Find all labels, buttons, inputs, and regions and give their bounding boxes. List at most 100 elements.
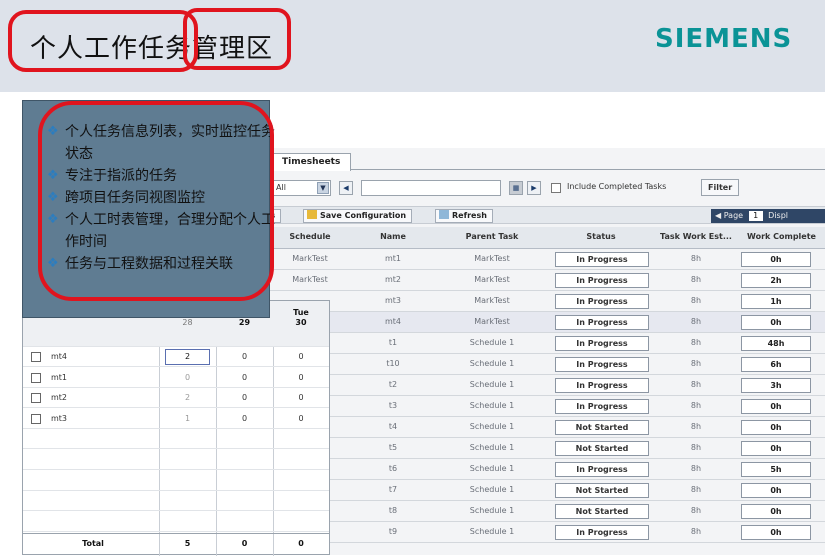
chevron-down-icon[interactable]: ▼ xyxy=(317,182,329,194)
status-dropdown[interactable]: In Progress xyxy=(555,336,649,351)
work-estimate-cell: 8h xyxy=(690,464,702,473)
hours-cell-30[interactable]: 0 xyxy=(273,347,329,367)
col-header-task-work-est[interactable]: Task Work Est... xyxy=(655,227,737,248)
hours-cell-30[interactable]: 0 xyxy=(273,368,329,388)
total-29: 0 xyxy=(241,539,248,548)
row-checkbox[interactable] xyxy=(31,413,41,424)
parent-task-cell: Schedule 1 xyxy=(469,464,515,473)
search-input[interactable] xyxy=(361,180,501,196)
work-estimate-cell: 8h xyxy=(690,275,702,284)
parent-task-cell: Schedule 1 xyxy=(469,359,515,368)
name-cell: mt2 xyxy=(384,275,402,284)
refresh-icon xyxy=(439,210,449,219)
status-dropdown[interactable]: Not Started xyxy=(555,504,649,519)
status-dropdown[interactable]: In Progress xyxy=(555,357,649,372)
work-complete-input[interactable]: 6h xyxy=(741,357,811,372)
status-dropdown[interactable]: In Progress xyxy=(555,399,649,414)
timesheet-row[interactable]: mt1 0 0 0 xyxy=(23,368,329,388)
save-configuration-button[interactable]: Save Configuration xyxy=(303,209,413,223)
page-input[interactable]: 1 xyxy=(748,211,763,221)
row-checkbox[interactable] xyxy=(31,372,41,383)
prev-page-icon[interactable]: ◀ xyxy=(715,211,721,220)
status-dropdown[interactable]: In Progress xyxy=(555,378,649,393)
parent-task-cell: MarkTest xyxy=(474,317,510,326)
filter-button[interactable]: Filter xyxy=(701,179,740,196)
prev-arrow-icon[interactable]: ◀ xyxy=(339,181,353,195)
hours-cell-28[interactable]: 2 xyxy=(165,349,210,365)
filter-bar: All ▼ ◀ ▦ ▶ Include Completed Tasks Filt… xyxy=(191,176,825,200)
work-estimate-cell: 8h xyxy=(690,359,702,368)
col-header-schedule[interactable]: Schedule xyxy=(271,227,349,248)
refresh-label: Refresh xyxy=(452,211,487,220)
task-filter-select[interactable]: All ▼ xyxy=(271,180,331,196)
parent-task-cell: Schedule 1 xyxy=(469,338,515,347)
hours-cell-30[interactable]: 0 xyxy=(273,388,329,408)
timesheet-row xyxy=(23,471,329,491)
status-dropdown[interactable]: In Progress xyxy=(555,294,649,309)
col-header-parent-task[interactable]: Parent Task xyxy=(437,227,547,248)
work-estimate-cell: 8h xyxy=(690,317,702,326)
task-name: mt2 xyxy=(51,393,68,403)
timesheet-row xyxy=(23,491,329,512)
hours-cell-29[interactable]: 0 xyxy=(216,347,273,367)
row-checkbox[interactable] xyxy=(31,352,41,362)
task-name: mt4 xyxy=(51,352,68,361)
hours-cell-29[interactable]: 0 xyxy=(216,409,273,429)
parent-task-cell: Schedule 1 xyxy=(469,527,515,536)
work-complete-input[interactable]: 3h xyxy=(741,378,811,393)
include-completed-checkbox[interactable] xyxy=(551,183,561,193)
work-complete-input[interactable]: 0h xyxy=(741,399,811,414)
col-header-name[interactable]: Name xyxy=(349,227,437,248)
work-complete-input[interactable]: 2h xyxy=(741,273,811,288)
status-dropdown[interactable]: Not Started xyxy=(555,420,649,435)
table-row[interactable]: MarkTest mt2 MarkTest In Progress 8h 2h xyxy=(191,270,825,291)
calendar-icon[interactable]: ▦ xyxy=(509,181,523,195)
name-cell: mt1 xyxy=(384,254,402,263)
work-complete-input[interactable]: 1h xyxy=(741,294,811,309)
work-estimate-cell: 8h xyxy=(690,527,702,536)
timesheet-panel: 28 29 Tue 30 Total 5 0 0 mt4 2 0 0 mt1 0 0 0 mt2… xyxy=(22,300,330,556)
timesheet-row[interactable]: mt2 2 0 0 xyxy=(23,388,329,409)
status-dropdown[interactable]: In Progress xyxy=(555,462,649,477)
col-header-status[interactable]: Status xyxy=(547,227,655,248)
name-cell: t6 xyxy=(388,464,398,473)
hours-cell-28[interactable]: 2 xyxy=(159,388,216,408)
next-arrow-icon[interactable]: ▶ xyxy=(527,181,541,195)
status-dropdown[interactable]: In Progress xyxy=(555,252,649,267)
hours-cell-29[interactable]: 0 xyxy=(216,388,273,408)
status-dropdown[interactable]: In Progress xyxy=(555,525,649,540)
table-row[interactable]: MarkTest mt1 MarkTest In Progress 8h 0h xyxy=(191,249,825,270)
hours-cell-30[interactable]: 0 xyxy=(273,409,329,429)
hours-cell-29[interactable]: 0 xyxy=(216,368,273,388)
name-cell: t8 xyxy=(388,506,398,515)
refresh-button[interactable]: Refresh xyxy=(435,209,493,223)
status-dropdown[interactable]: Not Started xyxy=(555,441,649,456)
status-dropdown[interactable]: In Progress xyxy=(555,273,649,288)
work-complete-input[interactable]: 5h xyxy=(741,462,811,477)
name-cell: mt3 xyxy=(384,296,402,305)
work-complete-input[interactable]: 0h xyxy=(741,315,811,330)
status-dropdown[interactable]: Not Started xyxy=(555,483,649,498)
parent-task-cell: MarkTest xyxy=(474,275,510,284)
toolbar: ks Save Configuration Refresh ◀ Page 1 D… xyxy=(191,206,825,224)
work-complete-input[interactable]: 0h xyxy=(741,483,811,498)
hours-cell-28[interactable]: 1 xyxy=(159,409,216,429)
tab-timesheets[interactable]: Timesheets xyxy=(271,153,352,171)
timesheet-row[interactable]: mt4 2 0 0 xyxy=(23,347,329,367)
save-config-label: Save Configuration xyxy=(320,211,407,220)
work-complete-input[interactable]: 0h xyxy=(741,420,811,435)
status-dropdown[interactable]: In Progress xyxy=(555,315,649,330)
row-checkbox[interactable] xyxy=(31,393,41,404)
day-header-30: 30 xyxy=(295,318,307,327)
timesheet-row[interactable]: mt3 1 0 0 xyxy=(23,409,329,429)
timesheet-row xyxy=(23,429,329,450)
name-cell: t4 xyxy=(388,422,398,431)
red-annotation-box xyxy=(183,8,291,70)
col-header-work-complete[interactable]: Work Complete xyxy=(737,227,825,248)
work-complete-input[interactable]: 0h xyxy=(741,525,811,540)
work-complete-input[interactable]: 0h xyxy=(741,252,811,267)
hours-cell-28[interactable]: 0 xyxy=(159,368,216,388)
work-complete-input[interactable]: 48h xyxy=(741,336,811,351)
work-complete-input[interactable]: 0h xyxy=(741,504,811,519)
work-complete-input[interactable]: 0h xyxy=(741,441,811,456)
